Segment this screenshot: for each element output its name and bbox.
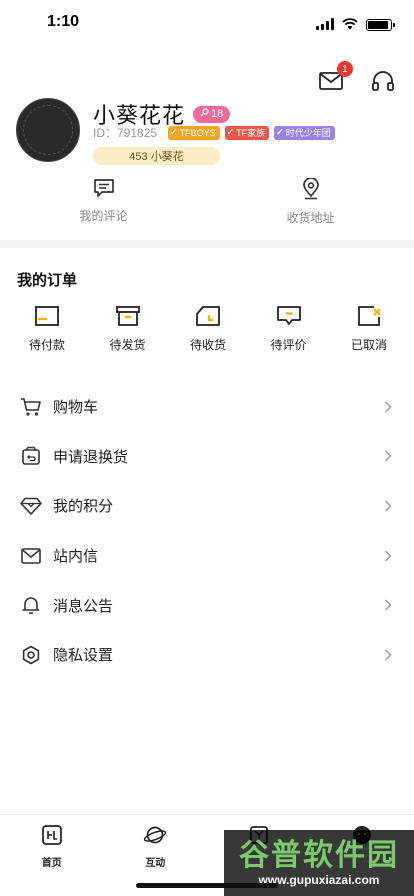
verified-v-icon: ✓ — [226, 127, 235, 137]
support-button[interactable] — [370, 70, 396, 96]
battery-icon — [366, 18, 395, 31]
mail-icon — [20, 545, 42, 567]
tab-label: 互动 — [145, 858, 166, 869]
signal-icon — [316, 15, 334, 34]
menu-label: 申请退换货 — [53, 447, 129, 466]
level-value: 18 — [211, 108, 224, 120]
box-icon — [115, 305, 141, 331]
home-icon — [41, 824, 63, 850]
verified-v-icon: ✓ — [276, 127, 284, 137]
fan-tag-tfboys: ✓ TFBOYS — [168, 125, 220, 140]
tab-label: 首页 — [41, 858, 62, 869]
order-label: 待发货 — [109, 338, 146, 352]
quick-link-label: 我的评论 — [79, 209, 128, 223]
section-divider — [0, 240, 414, 248]
level-badge: 18 — [193, 105, 231, 123]
menu-item-cart[interactable]: 购物车 — [0, 382, 414, 432]
cart-icon — [20, 396, 42, 418]
level-key-icon — [200, 108, 209, 120]
order-pending-receipt[interactable]: 待收货 — [183, 305, 233, 353]
order-label: 待收货 — [189, 338, 226, 352]
menu-item-points[interactable]: 我的积分 — [0, 481, 414, 531]
cancelled-icon — [356, 305, 382, 331]
chevron-right-icon — [382, 649, 394, 661]
header-actions: 1 — [318, 61, 396, 96]
user-id: ID：791825 — [93, 126, 158, 140]
tab-home[interactable]: 首页 — [0, 815, 104, 896]
menu-item-privacy[interactable]: 隐私设置 — [0, 630, 414, 680]
fan-tag-label: TF家族 — [236, 128, 266, 138]
home-indicator — [136, 883, 278, 888]
fan-tag-label: TFBOYS — [179, 127, 216, 138]
fan-tag-tf-family: ✓ TF家族 — [224, 125, 270, 140]
order-label: 待评价 — [270, 338, 307, 352]
menu-label: 隐私设置 — [53, 646, 114, 665]
chevron-right-icon — [382, 500, 394, 512]
menu-label: 购物车 — [53, 398, 99, 417]
return-icon — [20, 445, 42, 467]
orders-row: 待付款 待发货 待收货 待评价 已取消 — [0, 305, 414, 353]
quick-link-label: 收货地址 — [286, 211, 335, 225]
quick-links: 我的评论 收货地址 — [0, 177, 414, 226]
order-pending-review[interactable]: 待评价 — [264, 305, 314, 353]
wallet-icon — [34, 305, 60, 331]
diamond-icon — [20, 495, 42, 517]
id-row: ID：791825 ✓ TFBOYS ✓ TF家族 ✓ 时代少年团 — [93, 124, 335, 141]
verified-v-icon: ✓ — [170, 127, 178, 137]
avatar[interactable] — [16, 98, 80, 162]
planet-icon — [143, 824, 167, 850]
order-label: 已取消 — [350, 338, 387, 352]
message-badge: 1 — [337, 61, 353, 77]
points-pill[interactable]: 453 小葵花 — [93, 147, 220, 165]
headphones-icon — [372, 71, 394, 95]
chevron-right-icon — [382, 450, 394, 462]
my-comments-link[interactable]: 我的评论 — [0, 178, 207, 226]
chevron-right-icon — [382, 599, 394, 611]
order-pending-payment[interactable]: 待付款 — [22, 305, 72, 353]
wifi-icon — [342, 15, 358, 34]
settings-icon — [20, 644, 42, 666]
status-icons — [316, 15, 395, 34]
menu-list: 购物车 申请退换货 我的积分 站内信 消息公告 隐私设置 — [0, 382, 414, 680]
menu-item-returns[interactable]: 申请退换货 — [0, 432, 414, 482]
location-pin-icon — [301, 177, 321, 204]
chevron-right-icon — [382, 550, 394, 562]
status-time: 1:10 — [47, 13, 80, 30]
order-cancelled[interactable]: 已取消 — [344, 305, 394, 353]
fan-tag-tnt: ✓ 时代少年团 — [274, 125, 335, 140]
status-bar: 1:10 — [0, 0, 414, 44]
shipping-address-link[interactable]: 收货地址 — [207, 177, 414, 226]
profile-card: 小葵花花 18 ID：791825 ✓ TFBOYS ✓ TF家族 ✓ 时代少年… — [16, 98, 398, 168]
delivery-icon — [195, 305, 221, 331]
chevron-right-icon — [382, 401, 394, 413]
menu-label: 我的积分 — [53, 497, 114, 516]
order-label: 待付款 — [28, 338, 65, 352]
review-icon — [276, 305, 302, 331]
menu-label: 消息公告 — [53, 596, 114, 615]
comment-icon — [93, 178, 115, 202]
order-pending-shipment[interactable]: 待发货 — [103, 305, 153, 353]
menu-label: 站内信 — [53, 547, 99, 566]
battery-fill — [368, 20, 388, 29]
fan-tag-label: 时代少年团 — [285, 128, 331, 138]
menu-item-announcements[interactable]: 消息公告 — [0, 580, 414, 630]
menu-item-inbox[interactable]: 站内信 — [0, 531, 414, 581]
bell-icon — [20, 594, 42, 616]
watermark-text: 谷普软件园 — [239, 838, 399, 873]
messages-button[interactable]: 1 — [318, 61, 353, 96]
orders-title: 我的订单 — [17, 271, 78, 289]
